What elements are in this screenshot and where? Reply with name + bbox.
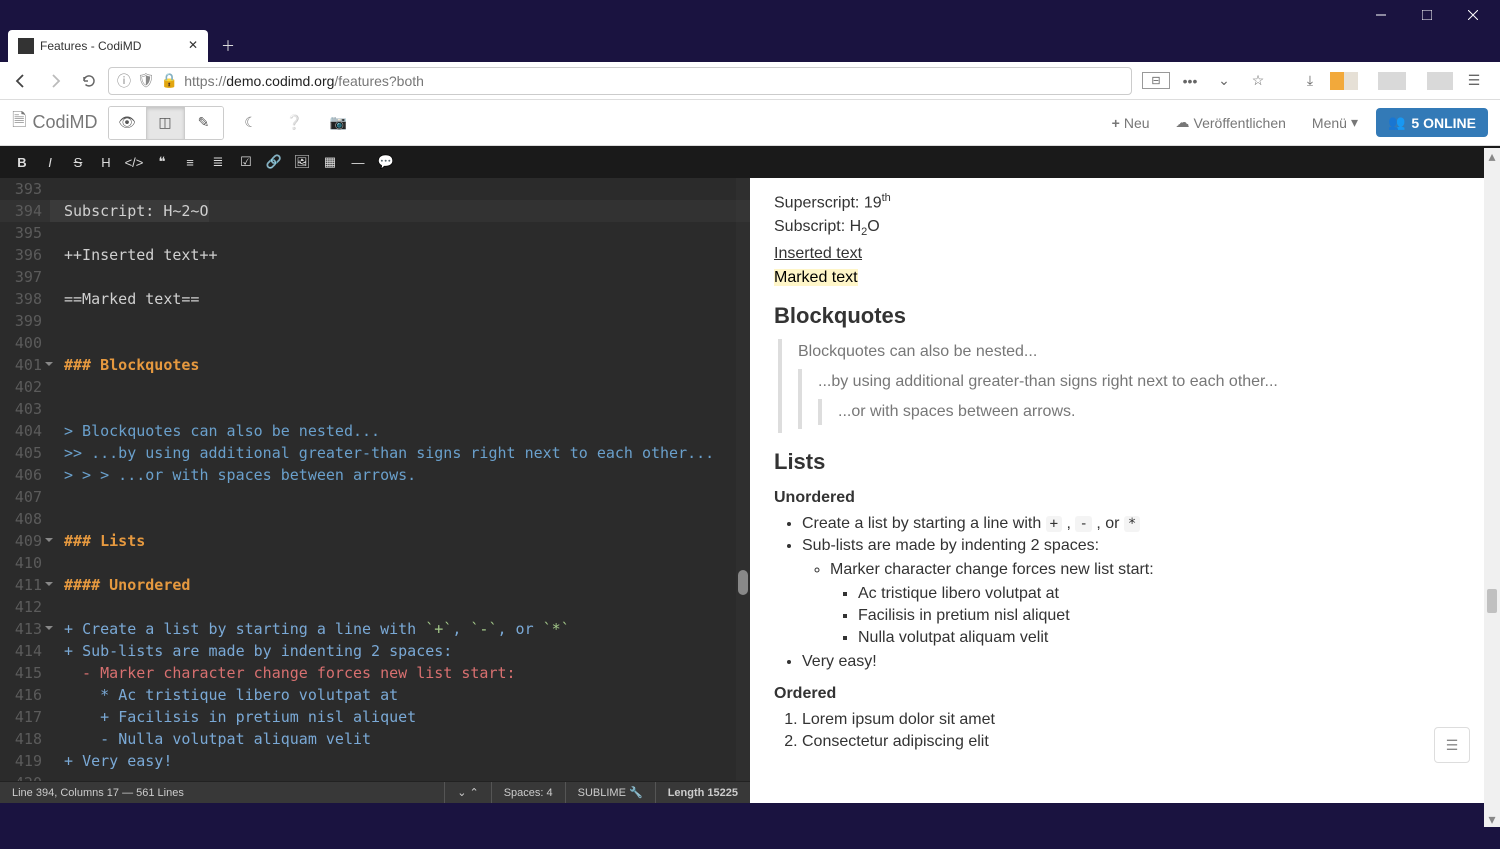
new-note-button[interactable]: +Neu — [1104, 115, 1158, 131]
list-item: Consectetur adipiscing elit — [802, 733, 1476, 751]
app-toolbar: 🗎 CodiMD 👁 ◫ ✎ ☾ ❔ 📷 +Neu ☁ Veröffentlic… — [0, 100, 1500, 146]
unordered-list: Create a list by starting a line with + … — [774, 515, 1476, 671]
unordered-heading: Unordered — [774, 489, 1476, 507]
status-arrows[interactable]: ⌄ ⌃ — [444, 782, 491, 803]
list-item: Very easy! — [802, 653, 1476, 671]
app-brand[interactable]: 🗎 CodiMD — [12, 108, 98, 138]
extension-swatches[interactable] — [1330, 72, 1358, 90]
ordered-heading: Ordered — [774, 685, 1476, 703]
new-tab-button[interactable]: ＋ — [214, 32, 242, 60]
superscript-line: Superscript: 19th — [774, 192, 1476, 212]
star-icon[interactable]: ☆ — [1244, 72, 1272, 89]
list-item: Create a list by starting a line with + … — [802, 515, 1476, 533]
menu-dots-icon[interactable]: ••• — [1176, 73, 1204, 89]
browser-tab[interactable]: Features - CodiMD ✕ — [8, 30, 208, 62]
help-icon[interactable]: ❔ — [278, 114, 312, 131]
pocket-icon[interactable]: ⌄ — [1210, 72, 1238, 89]
list-item: Nulla volutpat aliquam velit — [858, 629, 1476, 647]
list-item: Ac tristique libero volutpat at — [858, 585, 1476, 603]
forward-button[interactable] — [40, 66, 70, 96]
code-icon[interactable]: </> — [120, 148, 148, 176]
publish-button[interactable]: ☁ Veröffentlichen — [1168, 114, 1294, 131]
checklist-icon[interactable]: ☑ — [232, 148, 260, 176]
tab-favicon — [18, 38, 34, 54]
menu-button[interactable]: Menü ▾ — [1304, 114, 1366, 131]
view-mode-view[interactable]: 👁 — [109, 107, 147, 139]
blockquote-2: ...by using additional greater-than sign… — [798, 369, 1476, 429]
link-icon[interactable]: 🔗 — [260, 148, 288, 176]
editor-pane: 393 394Subscript: H~2~O395 396++Inserted… — [0, 178, 750, 803]
comment-icon[interactable]: 💬 — [372, 148, 400, 176]
heading-icon[interactable]: H — [92, 148, 120, 176]
quote-icon[interactable]: ❝ — [148, 148, 176, 176]
addressbar-right-icons: ⊟ ••• ⌄ ☆ ⤓ ☰ — [1136, 72, 1494, 90]
lists-heading: Lists — [774, 449, 1476, 475]
status-cursor: Line 394, Columns 17 — 561 Lines — [0, 787, 196, 799]
reload-button[interactable] — [74, 66, 104, 96]
extension-swatch-2[interactable] — [1378, 72, 1406, 90]
page-scrollbar[interactable]: ▴ ▾ — [1484, 148, 1500, 827]
tab-title: Features - CodiMD — [40, 39, 141, 53]
shield-icon[interactable]: 🛡 — [137, 72, 155, 89]
list-item: Sub-lists are made by indenting 2 spaces… — [802, 537, 1476, 647]
status-spaces[interactable]: Spaces: 4 — [491, 782, 565, 803]
list-item: Lorem ipsum dolor sit amet — [802, 711, 1476, 729]
page-action-icon[interactable]: ⊟ — [1142, 72, 1170, 89]
list-item: Facilisis in pretium nisl aliquet — [858, 607, 1476, 625]
view-mode-edit[interactable]: ✎ — [185, 107, 223, 139]
blockquote-1: Blockquotes can also be nested... ...by … — [778, 339, 1476, 433]
url-text: https://demo.codimd.org/features?both — [184, 73, 424, 89]
subscript-line: Subscript: H2O — [774, 218, 1476, 238]
main-split: 393 394Subscript: H~2~O395 396++Inserted… — [0, 178, 1500, 803]
extension-swatch-3[interactable] — [1426, 72, 1454, 90]
view-mode-group: 👁 ◫ ✎ — [108, 106, 224, 140]
back-button[interactable] — [6, 66, 36, 96]
image-icon[interactable]: 🖼 — [288, 148, 316, 176]
blockquotes-heading: Blockquotes — [774, 303, 1476, 329]
brand-label: CodiMD — [32, 112, 97, 133]
browser-addressbar: ⓘ 🛡 🔒 https://demo.codimd.org/features?b… — [0, 62, 1500, 100]
table-icon[interactable]: ▦ — [316, 148, 344, 176]
file-icon: 🗎 — [12, 108, 26, 138]
url-input[interactable]: ⓘ 🛡 🔒 https://demo.codimd.org/features?b… — [108, 67, 1132, 95]
list-item: Marker character change forces new list … — [830, 561, 1476, 647]
online-users-button[interactable]: 👥 5 ONLINE — [1376, 108, 1488, 137]
status-length: Length 15225 — [655, 782, 750, 803]
browser-tabbar: Features - CodiMD ✕ ＋ — [0, 30, 1500, 62]
code-editor[interactable]: 393 394Subscript: H~2~O395 396++Inserted… — [0, 178, 750, 781]
downloads-icon[interactable]: ⤓ — [1296, 72, 1324, 89]
marked-line: Marked text — [774, 269, 1476, 287]
editor-scrollbar[interactable] — [736, 178, 750, 781]
maximize-button[interactable] — [1404, 0, 1450, 30]
blockquote-3: ...or with spaces between arrows. — [818, 399, 1476, 425]
hr-icon[interactable]: — — [344, 148, 372, 176]
ordered-list: Lorem ipsum dolor sit amet Consectetur a… — [774, 711, 1476, 751]
night-mode-icon[interactable]: ☾ — [234, 114, 268, 131]
toc-button[interactable]: ☰ — [1434, 727, 1470, 763]
ol-icon[interactable]: ≣ — [204, 148, 232, 176]
preview-pane[interactable]: Superscript: 19th Subscript: H2O Inserte… — [750, 178, 1500, 803]
hamburger-icon[interactable]: ☰ — [1460, 72, 1488, 89]
minimize-button[interactable] — [1358, 0, 1404, 30]
info-icon[interactable]: ⓘ — [117, 71, 131, 91]
italic-icon[interactable]: I — [36, 148, 64, 176]
close-window-button[interactable] — [1450, 0, 1496, 30]
strike-icon[interactable]: S — [64, 148, 92, 176]
inserted-line: Inserted text — [774, 245, 1476, 263]
close-tab-icon[interactable]: ✕ — [186, 38, 200, 52]
view-mode-both[interactable]: ◫ — [147, 107, 185, 139]
ul-icon[interactable]: ≡ — [176, 148, 204, 176]
editor-statusbar: Line 394, Columns 17 — 561 Lines ⌄ ⌃ Spa… — [0, 781, 750, 803]
status-keymap[interactable]: SUBLIME 🔧 — [565, 782, 655, 803]
bold-icon[interactable]: B — [8, 148, 36, 176]
window-titlebar — [0, 0, 1500, 30]
format-toolbar: B I S H </> ❝ ≡ ≣ ☑ 🔗 🖼 ▦ — 💬 — [0, 146, 1500, 178]
camera-icon[interactable]: 📷 — [322, 114, 356, 131]
lock-icon: 🔒 — [161, 72, 178, 89]
